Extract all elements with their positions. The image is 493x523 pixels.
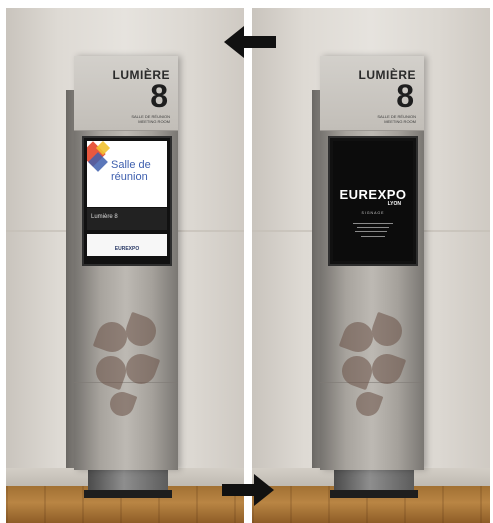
clover-petal [106,388,138,420]
room-number: 8 [396,78,414,114]
screen-title-line-2: réunion [111,171,148,183]
clover-petal [121,349,161,389]
screen-lower-area: EUREXPO [87,234,167,256]
screen-footer-logo: EUREXPO [114,246,140,252]
screen-text-line [355,231,387,232]
clover-petal [367,349,407,389]
kiosk-baseplate [330,490,418,498]
clover-petal [91,351,131,391]
screen-title-line-1: Salle de [111,159,151,171]
clover-petal [367,311,407,351]
clover-petal [338,317,378,357]
screen-signage-label: SIGNAGE [361,211,385,215]
right-photo: LUMIÈRE 8 SALLE DE RÉUNION MEETING ROOM … [252,8,490,523]
screen-title: Salle de réunion [111,159,167,183]
clover-petal [121,311,161,351]
kiosk-baseplate [84,490,172,498]
room-number: 8 [150,78,168,114]
room-subtitle-line-2: MEETING ROOM [384,119,416,124]
screen-text-line [353,223,393,224]
display-screen: Salle de réunion Lumière 8 EUREXPO [82,136,172,266]
screen-title-area: Salle de réunion [87,141,167,207]
clover-petal [337,351,377,391]
room-subtitle: SALLE DE RÉUNION MEETING ROOM [356,114,416,124]
display-screen: EUREXPO LYON SIGNAGE [328,136,418,266]
screen-brand-city: LYON [387,201,401,207]
screen-brand-area: EUREXPO LYON SIGNAGE [333,141,413,261]
clover-pattern [337,311,408,424]
clover-pattern [91,311,162,424]
signage-totem: LUMIÈRE 8 SALLE DE RÉUNION MEETING ROOM … [320,56,424,470]
totem-header: LUMIÈRE 8 SALLE DE RÉUNION MEETING ROOM [74,56,178,131]
screen-brand-logo: EUREXPO [339,187,407,202]
arrow-left-icon [220,22,278,70]
clover-petal [92,317,132,357]
room-subtitle: SALLE DE RÉUNION MEETING ROOM [110,114,170,124]
room-subtitle-line-2: MEETING ROOM [138,119,170,124]
signage-totem: LUMIÈRE 8 SALLE DE RÉUNION MEETING ROOM … [74,56,178,470]
arrow-right-icon [220,470,278,518]
screen-text-line [361,236,385,237]
screen-room-bar: Lumière 8 [87,208,167,230]
clover-petal [352,388,384,420]
totem-header: LUMIÈRE 8 SALLE DE RÉUNION MEETING ROOM [320,56,424,131]
screen-room-label: Lumière 8 [91,214,118,220]
screen-text-line [357,227,389,228]
left-photo: LUMIÈRE 8 SALLE DE RÉUNION MEETING ROOM … [6,8,244,523]
